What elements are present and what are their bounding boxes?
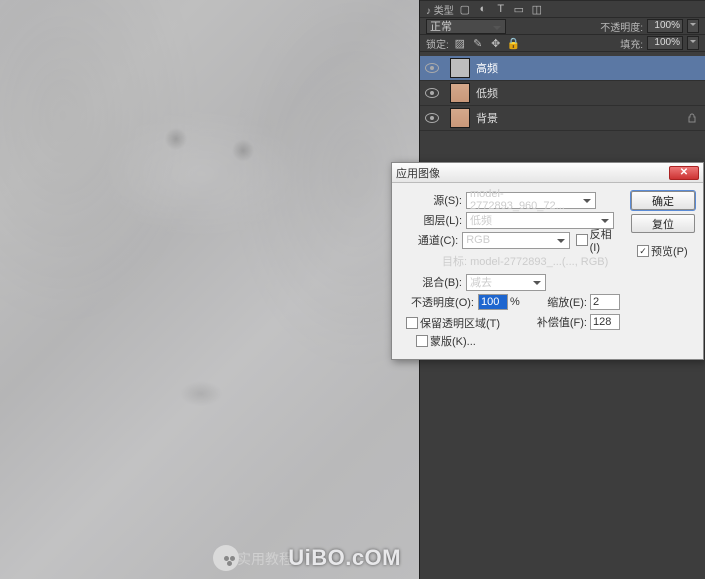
dialog-titlebar[interactable]: 应用图像 ✕: [392, 163, 703, 183]
opacity-input[interactable]: [478, 294, 508, 310]
lock-brush-icon[interactable]: ✎: [471, 36, 485, 50]
fill-dropdown-icon[interactable]: [687, 36, 699, 50]
layer-name[interactable]: 背景: [476, 110, 498, 126]
ok-button[interactable]: 确定: [631, 191, 695, 210]
eye-icon: [425, 113, 439, 123]
lock-move-icon[interactable]: ✥: [489, 36, 503, 50]
mask-label: 蒙版(K)...: [430, 333, 476, 349]
layer-row[interactable]: 低频: [420, 81, 705, 106]
scale-label: 缩放(E):: [547, 294, 587, 310]
invert-checkbox[interactable]: [576, 234, 587, 246]
lock-label: 锁定:: [426, 36, 449, 51]
dialog-title: 应用图像: [396, 165, 440, 181]
preserve-transparency-checkbox[interactable]: [406, 317, 418, 329]
apply-image-dialog: 应用图像 ✕ 确定 复位 ✓ 预览(P) 源(S): model-2772893…: [391, 162, 704, 360]
blend-select[interactable]: 减去: [466, 274, 546, 291]
kind-label: ♪ 类型: [426, 2, 454, 17]
layer-name[interactable]: 低频: [476, 85, 498, 101]
lock-transparent-icon[interactable]: ▨: [453, 36, 467, 50]
visibility-toggle[interactable]: [420, 63, 444, 73]
visibility-toggle[interactable]: [420, 113, 444, 123]
offset-label: 补偿值(F):: [537, 314, 587, 330]
opacity-value[interactable]: 100%: [647, 19, 683, 33]
watermark-logo-icon: [213, 545, 239, 571]
lock-fill-row: 锁定: ▨ ✎ ✥ 🔒 填充: 100%: [420, 35, 705, 52]
source-select[interactable]: model-2772893_960_72...: [466, 192, 596, 209]
filter-shape-icon[interactable]: ▭: [512, 2, 526, 16]
preserve-transparency-label: 保留透明区域(T): [420, 315, 500, 331]
layers-list: 高频 低频 背景: [420, 56, 705, 131]
lock-icon: [687, 113, 697, 123]
cancel-button[interactable]: 复位: [631, 214, 695, 233]
blend-mode-select[interactable]: 正常: [426, 19, 506, 34]
percent-suffix: %: [510, 296, 520, 308]
layer-row[interactable]: 高频: [420, 56, 705, 81]
preview-label: 预览(P): [651, 243, 688, 259]
lock-all-icon[interactable]: 🔒: [507, 36, 521, 50]
invert-label: 反相(I): [590, 226, 620, 254]
target-label: 目标:: [442, 256, 467, 268]
filter-type-icon[interactable]: T: [494, 2, 508, 16]
blend-opacity-row: 正常 不透明度: 100%: [420, 18, 705, 35]
target-value: model-2772893_...(..., RGB): [470, 256, 608, 268]
eye-icon: [425, 63, 439, 73]
close-button[interactable]: ✕: [669, 166, 699, 180]
layer-thumbnail[interactable]: [450, 108, 470, 128]
source-label: 源(S):: [400, 192, 466, 208]
channel-label: 通道(C):: [400, 232, 462, 248]
eye-icon: [425, 88, 439, 98]
layer-select[interactable]: 低频: [466, 212, 614, 229]
filter-smart-icon[interactable]: ◫: [530, 2, 544, 16]
visibility-toggle[interactable]: [420, 88, 444, 98]
opacity-label: 不透明度:: [600, 19, 643, 34]
layer-name[interactable]: 高频: [476, 60, 498, 76]
channel-select[interactable]: RGB: [462, 232, 570, 249]
document-canvas[interactable]: 实用教程 UiBO.cOM: [0, 0, 419, 579]
opacity-label: 不透明度(O):: [400, 294, 478, 310]
blend-label: 混合(B):: [400, 274, 466, 290]
layer-row[interactable]: 背景: [420, 106, 705, 131]
offset-input[interactable]: [590, 314, 620, 330]
watermark-site: UiBO.cOM: [288, 545, 401, 571]
layer-kind-filter-row: ♪ 类型 ▢ ◐ T ▭ ◫: [420, 1, 705, 18]
scale-input[interactable]: [590, 294, 620, 310]
watermark-text: 实用教程: [237, 549, 293, 569]
filter-image-icon[interactable]: ▢: [458, 2, 472, 16]
filter-adjust-icon[interactable]: ◐: [476, 2, 490, 16]
layer-thumbnail[interactable]: [450, 58, 470, 78]
mask-checkbox[interactable]: [416, 335, 428, 347]
fill-label: 填充:: [620, 36, 643, 51]
layer-thumbnail[interactable]: [450, 83, 470, 103]
opacity-dropdown-icon[interactable]: [687, 19, 699, 33]
preview-checkbox[interactable]: ✓: [637, 245, 649, 257]
fill-value[interactable]: 100%: [647, 36, 683, 50]
layer-label: 图层(L):: [400, 212, 466, 228]
